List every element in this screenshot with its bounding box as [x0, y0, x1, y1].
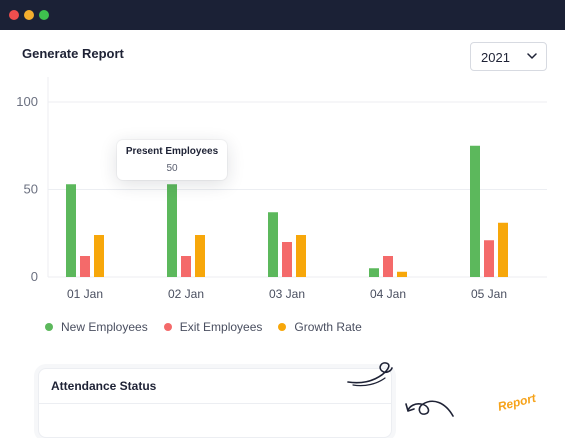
legend-label-new-employees: New Employees: [61, 320, 148, 334]
chart-tooltip: Present Employees 50: [117, 140, 227, 180]
legend-item-new-employees[interactable]: New Employees: [45, 320, 148, 334]
bar-exit-employees-1: [181, 256, 191, 277]
legend-item-growth-rate[interactable]: Growth Rate: [278, 320, 362, 334]
legend-label-exit-employees: Exit Employees: [179, 320, 263, 334]
x-tick-label: 01 Jan: [67, 287, 103, 301]
bar-growth-rate-0: [94, 235, 104, 277]
y-tick-label: 100: [16, 94, 38, 109]
tooltip-title: Present Employees: [125, 146, 219, 157]
bar-new-employees-0: [66, 184, 76, 277]
card-divider: [39, 403, 391, 404]
bar-growth-rate-3: [397, 271, 407, 277]
legend-label-growth-rate: Growth Rate: [294, 320, 362, 334]
bar-new-employees-1: [167, 184, 177, 277]
bar-new-employees-4: [470, 145, 480, 277]
bar-exit-employees-4: [484, 240, 494, 277]
x-tick-label: 02 Jan: [168, 287, 204, 301]
legend-item-exit-employees[interactable]: Exit Employees: [163, 320, 263, 334]
bar-exit-employees-0: [80, 256, 90, 277]
bar-exit-employees-2: [282, 242, 292, 277]
x-tick-label: 05 Jan: [471, 287, 507, 301]
bar-growth-rate-4: [498, 222, 508, 277]
report-sticker: Report: [496, 390, 538, 414]
swirl-doodle-icon: [347, 362, 393, 387]
y-tick-label: 0: [31, 269, 38, 284]
x-tick-label: 04 Jan: [370, 287, 406, 301]
tooltip-value: 50: [166, 163, 178, 174]
bar-exit-employees-3: [383, 256, 393, 277]
bar-growth-rate-1: [195, 235, 205, 277]
bar-new-employees-3: [369, 268, 379, 277]
bar-new-employees-2: [268, 212, 278, 277]
chart-legend: New Employees Exit Employees Growth Rate: [45, 319, 378, 335]
curved-arrow-icon: [405, 400, 454, 417]
legend-dot-exit-employees: [163, 323, 172, 331]
employee-bar-chart: 0 50 100 01 Jan 02 Jan 03 Jan 04 Jan 05 Jan: [16, 77, 547, 301]
y-tick-label: 50: [24, 182, 38, 197]
legend-dot-growth-rate: [278, 323, 287, 331]
bar-growth-rate-2: [296, 235, 306, 277]
x-tick-label: 03 Jan: [269, 287, 305, 301]
legend-dot-new-employees: [45, 323, 53, 331]
attendance-status-title: Attendance Status: [51, 379, 157, 393]
attendance-status-card: Attendance Status: [38, 368, 392, 438]
